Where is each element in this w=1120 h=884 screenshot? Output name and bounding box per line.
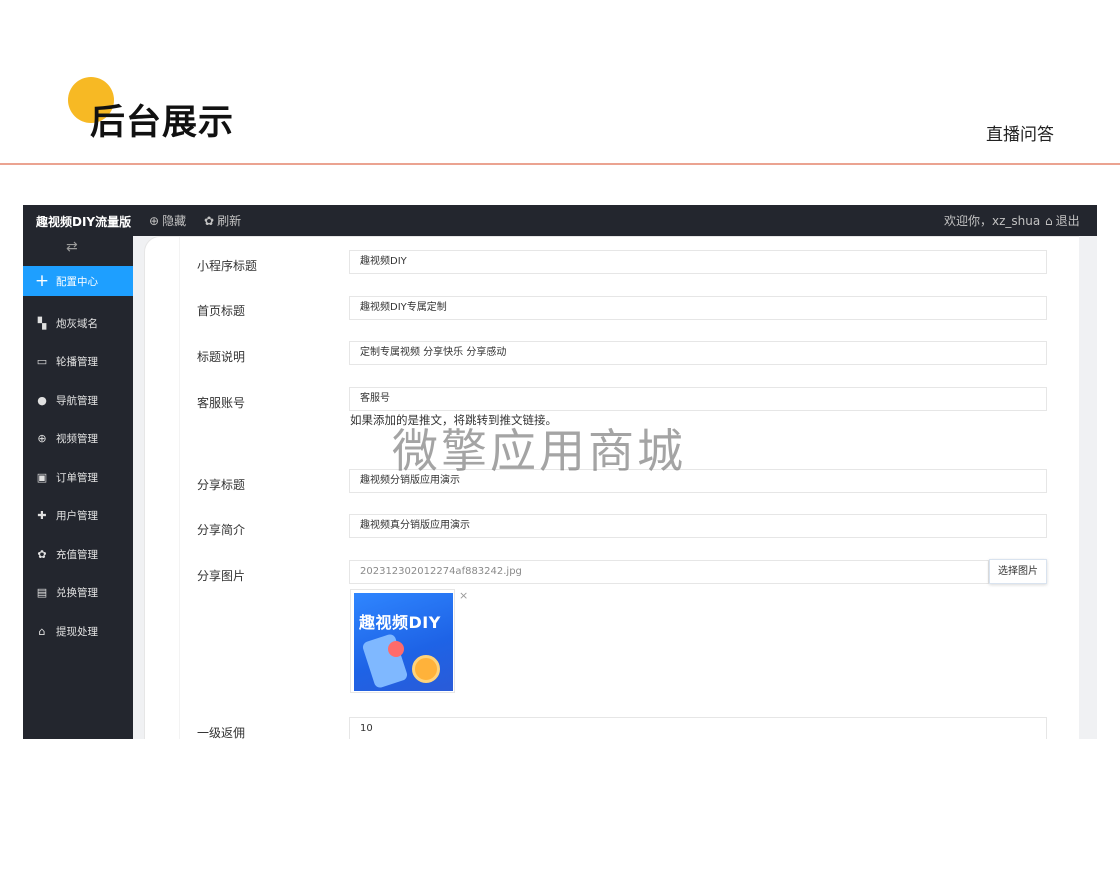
refresh-button[interactable]: ✿ 刷新 bbox=[204, 212, 241, 229]
sidebar-item-config[interactable]: + 配置中心 bbox=[23, 266, 133, 296]
thumbnail-image: 趣视频DIY bbox=[354, 593, 453, 691]
user-icon: ● bbox=[37, 393, 47, 407]
gear-icon: ✿ bbox=[204, 213, 215, 228]
globe-icon: ⊕ bbox=[149, 213, 160, 228]
home-icon: ⌂ bbox=[1045, 213, 1053, 228]
heart-graphic bbox=[388, 641, 404, 657]
sidebar-item-label: 兑换管理 bbox=[56, 587, 98, 600]
plus-icon: + bbox=[34, 271, 50, 291]
phone-graphic bbox=[361, 632, 409, 690]
sidebar-item-withdraw[interactable]: ⌂ 提现处理 bbox=[23, 612, 133, 651]
sidebar-item-video[interactable]: ⊕ 视频管理 bbox=[23, 420, 133, 459]
sidebar-item-exchange[interactable]: ▤ 兑换管理 bbox=[23, 574, 133, 613]
sidebar-item-label: 充值管理 bbox=[56, 548, 98, 561]
wallet-icon: ▤ bbox=[36, 586, 48, 600]
grid-icon: ▚ bbox=[37, 316, 47, 330]
sidebar-item-order[interactable]: ▣ 订单管理 bbox=[23, 458, 133, 497]
field-label: 一级返佣 bbox=[197, 726, 246, 739]
sidebar-item-label: 视频管理 bbox=[56, 433, 98, 446]
sidebar-item-domain[interactable]: ▚ 炮灰域名 bbox=[23, 304, 133, 343]
title-desc-input[interactable]: 定制专属视频 分享快乐 分享感动 bbox=[349, 341, 1047, 365]
home-title-input[interactable]: 趣视频DIY专属定制 bbox=[349, 296, 1047, 320]
sidebar-item-nav[interactable]: ● 导航管理 bbox=[23, 381, 133, 420]
sidebar-item-label: 配置中心 bbox=[56, 275, 98, 288]
field-label: 分享标题 bbox=[197, 478, 246, 492]
divider bbox=[0, 163, 1120, 165]
sidebar-item-banner[interactable]: ▭ 轮播管理 bbox=[23, 343, 133, 382]
hide-label: 隐藏 bbox=[162, 214, 187, 228]
welcome-text: 欢迎你，xz_shua bbox=[944, 214, 1041, 228]
commission-level1-input[interactable]: 10 bbox=[349, 717, 1047, 739]
hide-button[interactable]: ⊕ 隐藏 bbox=[149, 212, 186, 229]
field-label: 分享图片 bbox=[197, 569, 246, 583]
home-icon: ⌂ bbox=[38, 624, 46, 638]
refresh-label: 刷新 bbox=[217, 214, 242, 228]
top-bar: 趣视频DIY流量版 ⊕ 隐藏 ✿ 刷新 欢迎你，xz_shua ⌂ 退出 bbox=[23, 205, 1097, 236]
choose-image-button[interactable]: 选择图片 bbox=[989, 559, 1047, 584]
card-icon: ▭ bbox=[36, 355, 48, 369]
ticket-icon: ▣ bbox=[36, 470, 48, 484]
field-label: 标题说明 bbox=[197, 350, 246, 364]
sidebar: ⇄ + 配置中心 ▚ 炮灰域名 ▭ 轮播管理 ● 导航管理 ⊕ 视频管理 ▣ 订… bbox=[23, 236, 133, 739]
brand-name: 趣视频DIY流量版 bbox=[36, 215, 132, 229]
sidebar-item-label: 轮播管理 bbox=[56, 356, 98, 369]
coin-graphic bbox=[412, 655, 440, 683]
slide-title: 后台展示 bbox=[90, 103, 235, 143]
sidebar-item-label: 订单管理 bbox=[56, 471, 98, 484]
sidebar-item-label: 炮灰域名 bbox=[56, 317, 98, 330]
field-label: 小程序标题 bbox=[197, 259, 258, 273]
share-image-input[interactable]: 202312302012274af883242.jpg bbox=[349, 560, 989, 584]
mini-title-input[interactable]: 趣视频DIY bbox=[349, 250, 1047, 274]
sidebar-item-label: 导航管理 bbox=[56, 394, 98, 407]
service-input[interactable]: 客服号 bbox=[349, 387, 1047, 411]
logout-label: 退出 bbox=[1055, 214, 1080, 228]
slide-subtitle: 直播问答 bbox=[986, 125, 1054, 145]
share-image-preview: 趣视频DIY bbox=[350, 589, 455, 693]
sidebar-item-recharge[interactable]: ✿ 充值管理 bbox=[23, 535, 133, 574]
puzzle-icon: ✚ bbox=[37, 509, 47, 523]
sidebar-item-label: 提现处理 bbox=[56, 625, 98, 638]
sidebar-toggle-icon[interactable]: ⇄ bbox=[66, 239, 78, 255]
field-label: 客服账号 bbox=[197, 396, 246, 410]
sidebar-item-user[interactable]: ✚ 用户管理 bbox=[23, 497, 133, 536]
globe-icon: ⊕ bbox=[37, 432, 47, 446]
remove-image-icon[interactable]: × bbox=[459, 589, 468, 602]
sidebar-menu: + 配置中心 ▚ 炮灰域名 ▭ 轮播管理 ● 导航管理 ⊕ 视频管理 ▣ 订单管… bbox=[23, 266, 133, 651]
field-label: 首页标题 bbox=[197, 304, 246, 318]
thumbnail-text: 趣视频DIY bbox=[359, 613, 441, 632]
field-label: 分享简介 bbox=[197, 523, 246, 537]
share-intro-input[interactable]: 趣视频真分销版应用演示 bbox=[349, 514, 1047, 538]
sidebar-item-label: 用户管理 bbox=[56, 510, 98, 523]
gear-icon: ✿ bbox=[37, 547, 47, 561]
logout-button[interactable]: ⌂ 退出 bbox=[1045, 212, 1080, 229]
watermark: 微擎应用商城 bbox=[392, 424, 686, 478]
